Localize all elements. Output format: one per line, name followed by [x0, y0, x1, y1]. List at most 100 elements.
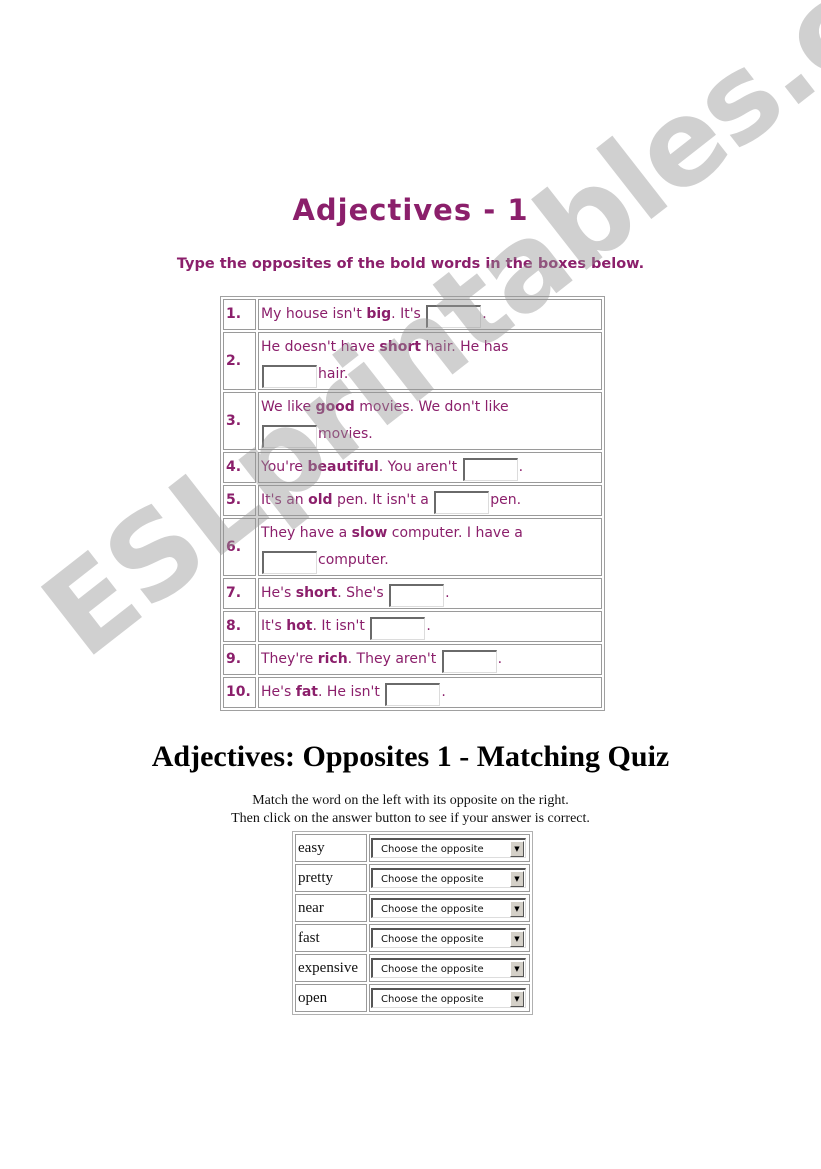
item-number: 1. — [223, 299, 256, 330]
select-cell: Choose the opposite ▼ — [369, 834, 530, 862]
exercise-row: 3. We like good movies. We don't like mov… — [223, 392, 602, 450]
opposite-select[interactable]: Choose the opposite ▼ — [371, 898, 526, 918]
sentence-text-after: movies. We don't like — [354, 399, 509, 415]
answer-input[interactable] — [389, 584, 445, 607]
select-cell: Choose the opposite ▼ — [369, 894, 530, 922]
chevron-down-icon[interactable]: ▼ — [510, 991, 524, 1007]
answer-input[interactable] — [262, 425, 317, 448]
item-number: 10. — [223, 677, 256, 708]
answer-input[interactable] — [262, 365, 317, 388]
select-value: Choose the opposite — [381, 934, 484, 945]
item-number: 8. — [223, 611, 256, 642]
exercise-row: 6. They have a slow computer. I have a co… — [223, 518, 602, 576]
bold-word: slow — [351, 525, 388, 541]
quiz-instruction-line-1: Match the word on the left with its oppo… — [252, 793, 569, 808]
sentence-text-after: . They aren't — [347, 651, 441, 667]
quiz-row: near Choose the opposite ▼ — [295, 894, 530, 922]
quiz-instruction: Match the word on the left with its oppo… — [0, 792, 821, 828]
select-value: Choose the opposite — [381, 844, 484, 855]
sentence-text-before: You're — [261, 459, 308, 475]
sentence-text-end: pen. — [490, 492, 522, 508]
quiz-word: near — [295, 894, 367, 922]
chevron-down-icon[interactable]: ▼ — [510, 871, 524, 887]
bold-word: hot — [286, 618, 313, 634]
sentence-cell: They're rich. They aren't . — [258, 644, 602, 675]
sentence-text-end: hair. — [318, 366, 349, 382]
chevron-down-icon[interactable]: ▼ — [510, 961, 524, 977]
opposite-select[interactable]: Choose the opposite ▼ — [371, 868, 526, 888]
opposite-select[interactable]: Choose the opposite ▼ — [371, 988, 526, 1008]
sentence-cell: It's hot. It isn't . — [258, 611, 602, 642]
select-cell: Choose the opposite ▼ — [369, 984, 530, 1012]
item-number: 2. — [223, 332, 256, 390]
quiz-row: easy Choose the opposite ▼ — [295, 834, 530, 862]
answer-input[interactable] — [426, 305, 482, 328]
bold-word: old — [308, 492, 333, 508]
sentence-text-end: . — [497, 651, 503, 667]
quiz-row: pretty Choose the opposite ▼ — [295, 864, 530, 892]
answer-input[interactable] — [434, 491, 490, 514]
exercise-title: Adjectives - 1 — [292, 193, 529, 227]
sentence-cell: You're beautiful. You aren't . — [258, 452, 602, 483]
opposite-select[interactable]: Choose the opposite ▼ — [371, 958, 526, 978]
sentence-text-before: They have a — [261, 525, 352, 541]
quiz-row: open Choose the opposite ▼ — [295, 984, 530, 1012]
select-cell: Choose the opposite ▼ — [369, 924, 530, 952]
opposite-select[interactable]: Choose the opposite ▼ — [371, 838, 526, 858]
sentence-text-after: . It's — [391, 306, 426, 322]
sentence-text-end: . — [445, 585, 450, 601]
sentence-text-end: . — [441, 684, 446, 700]
sentence-text-before: We like — [261, 399, 316, 415]
answer-input[interactable] — [441, 650, 497, 673]
exercise-row: 1. My house isn't big. It's . — [223, 299, 602, 330]
sentence-text-before: They're — [261, 651, 318, 667]
bold-word: big — [366, 306, 392, 322]
sentence-cell: He's short. She's . — [258, 578, 602, 609]
sentence-cell: We like good movies. We don't like movie… — [258, 392, 602, 450]
sentence-text-end: . — [426, 618, 431, 634]
sentence-text-after: . She's — [337, 585, 389, 601]
sentence-text-after: pen. It isn't a — [332, 492, 434, 508]
sentence-cell: It's an old pen. It isn't a pen. — [258, 485, 602, 516]
sentence-text-after: hair. He has — [420, 339, 509, 355]
bold-word: short — [379, 339, 421, 355]
answer-input[interactable] — [385, 683, 441, 706]
exercise-row: 8. It's hot. It isn't . — [223, 611, 602, 642]
bold-word: good — [315, 399, 355, 415]
answer-input[interactable] — [370, 617, 426, 640]
exercise-row: 4. You're beautiful. You aren't . — [223, 452, 602, 483]
quiz-word: expensive — [295, 954, 367, 982]
answer-input[interactable] — [262, 551, 317, 574]
sentence-text-before: It's an — [261, 492, 309, 508]
item-number: 7. — [223, 578, 256, 609]
sentence-text-after: computer. I have a — [387, 525, 523, 541]
sentence-text-before: He's — [261, 585, 296, 601]
select-value: Choose the opposite — [381, 874, 484, 885]
bold-word: short — [295, 585, 338, 601]
item-number: 6. — [223, 518, 256, 576]
chevron-down-icon[interactable]: ▼ — [510, 931, 524, 947]
matching-quiz-table: easy Choose the opposite ▼ pretty Choose the… — [292, 831, 533, 1015]
chevron-down-icon[interactable]: ▼ — [510, 841, 524, 857]
quiz-instruction-line-2: Then click on the answer button to see i… — [231, 811, 590, 826]
answer-input[interactable] — [462, 458, 518, 481]
sentence-text-before: He doesn't have — [261, 339, 380, 355]
sentence-text-before: It's — [261, 618, 287, 634]
sentence-cell: They have a slow computer. I have a comp… — [258, 518, 602, 576]
quiz-row: fast Choose the opposite ▼ — [295, 924, 530, 952]
chevron-down-icon[interactable]: ▼ — [510, 901, 524, 917]
item-number: 3. — [223, 392, 256, 450]
sentence-text-before: He's — [261, 684, 296, 700]
select-value: Choose the opposite — [381, 964, 484, 975]
exercise-row: 2. He doesn't have short hair. He has hai… — [223, 332, 602, 390]
exercise-row: 9. They're rich. They aren't . — [223, 644, 602, 675]
opposite-select[interactable]: Choose the opposite ▼ — [371, 928, 526, 948]
select-value: Choose the opposite — [381, 904, 484, 915]
sentence-cell: My house isn't big. It's . — [258, 299, 602, 330]
quiz-word: fast — [295, 924, 367, 952]
exercise-instruction: Type the opposites of the bold words in … — [176, 256, 645, 272]
item-number: 5. — [223, 485, 256, 516]
bold-word: rich — [317, 651, 348, 667]
quiz-word: open — [295, 984, 367, 1012]
exercise-row: 5. It's an old pen. It isn't a pen. — [223, 485, 602, 516]
